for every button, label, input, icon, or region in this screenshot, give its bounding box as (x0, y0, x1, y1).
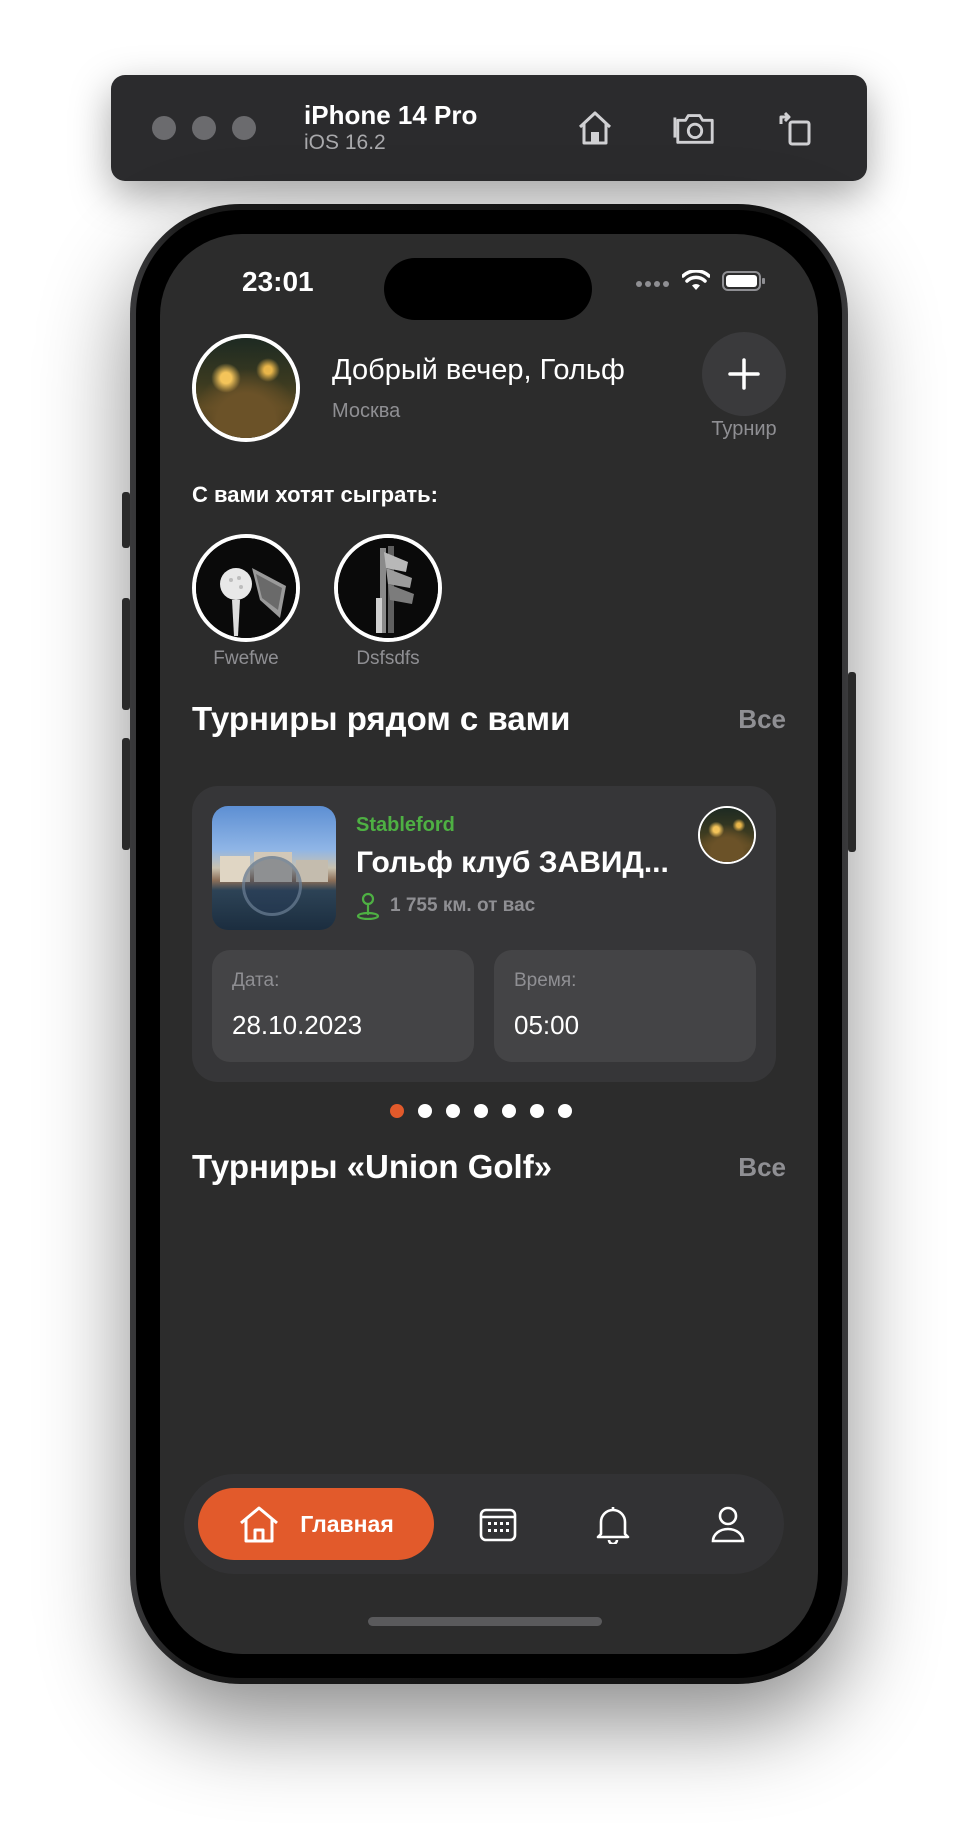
tab-bar: Главная (184, 1474, 784, 1574)
zoom-window-button[interactable] (232, 116, 256, 140)
greeting-text: Добрый вечер, Гольф (332, 354, 625, 386)
time-label: Время: (514, 970, 577, 991)
battery-icon (722, 270, 766, 297)
simulator-toolbar: iPhone 14 Pro iOS 16.2 (111, 75, 867, 181)
status-icons (636, 269, 766, 297)
action-button (122, 492, 130, 548)
user-avatar[interactable] (192, 334, 300, 442)
window-controls (152, 116, 256, 140)
volume-down-button (122, 738, 130, 850)
player-name: Fwefwe (213, 648, 279, 669)
player-card[interactable]: Dsfsdfs (334, 534, 442, 670)
location-pin-icon (356, 892, 380, 920)
union-see-all-link[interactable]: Все (738, 1152, 786, 1183)
signal-icon (636, 275, 670, 293)
city-text: Москва (332, 400, 401, 422)
volume-up-button (122, 598, 130, 710)
tab-home[interactable]: Главная (198, 1488, 434, 1560)
date-value: 28.10.2023 (232, 1010, 363, 1040)
calendar-icon (479, 1508, 517, 1542)
distance-text: 1 755 км. от вас (390, 895, 536, 916)
phone-bezel: 23:01 Добрый вечер, Гольф Москва Турнир … (136, 210, 842, 1678)
avatar-photo (196, 338, 296, 438)
tournament-name: Гольф клуб ЗАВИД... (356, 846, 669, 879)
minimize-window-button[interactable] (192, 116, 216, 140)
player-avatar (334, 534, 442, 642)
home-icon[interactable] (573, 106, 617, 150)
home-icon (240, 1506, 279, 1543)
carousel-pager[interactable] (390, 1104, 572, 1118)
phone-frame: 23:01 Добрый вечер, Гольф Москва Турнир … (130, 204, 848, 1684)
union-title: Турниры «Union Golf» (192, 1148, 553, 1185)
player-avatar (192, 534, 300, 642)
pager-dot[interactable] (530, 1104, 544, 1118)
tab-calendar[interactable] (474, 1500, 522, 1548)
tab-notifications[interactable] (589, 1500, 637, 1548)
profile-icon (711, 1506, 745, 1543)
pager-dot[interactable] (418, 1104, 432, 1118)
tab-profile[interactable] (704, 1500, 752, 1548)
date-box: Дата: 28.10.2023 (212, 950, 474, 1062)
bell-icon (596, 1507, 630, 1544)
add-tournament-button[interactable] (702, 332, 786, 416)
wifi-icon (681, 269, 711, 297)
power-button (848, 672, 856, 852)
pager-dot[interactable] (474, 1104, 488, 1118)
screenshot-icon[interactable] (673, 106, 717, 150)
close-window-button[interactable] (152, 116, 176, 140)
add-tournament-label: Турнир (711, 418, 777, 440)
organizer-photo (700, 808, 754, 862)
status-time: 23:01 (242, 266, 314, 297)
time-box: Время: 05:00 (494, 950, 756, 1062)
rotate-icon[interactable] (773, 106, 817, 150)
nearby-title: Турниры рядом с вами (192, 700, 571, 737)
player-card[interactable]: Fwefwe (192, 534, 300, 670)
app-screen: 23:01 Добрый вечер, Гольф Москва Турнир … (160, 234, 818, 1654)
device-name: iPhone 14 Pro (304, 100, 478, 130)
pager-dot[interactable] (390, 1104, 404, 1118)
organizer-avatar[interactable] (698, 806, 756, 864)
tournament-image (212, 806, 336, 930)
want-to-play-title: С вами хотят сыграть: (192, 482, 438, 507)
plus-icon (728, 358, 760, 390)
nearby-see-all-link[interactable]: Все (738, 704, 786, 735)
tournament-distance: 1 755 км. от вас (356, 892, 535, 920)
date-label: Дата: (232, 970, 280, 991)
os-version: iOS 16.2 (304, 131, 386, 154)
dynamic-island (384, 258, 592, 320)
tournament-card[interactable]: Stableford Гольф клуб ЗАВИД... 1 755 км.… (192, 786, 776, 1082)
pager-dot[interactable] (502, 1104, 516, 1118)
tournament-type: Stableford (356, 814, 455, 836)
simulator-title: iPhone 14 Pro iOS 16.2 (304, 100, 477, 156)
pager-dot[interactable] (446, 1104, 460, 1118)
time-value: 05:00 (514, 1010, 580, 1040)
tab-home-label: Главная (300, 1510, 394, 1537)
home-indicator (368, 1617, 602, 1626)
pager-dot[interactable] (558, 1104, 572, 1118)
player-name: Dsfsdfs (356, 648, 420, 669)
